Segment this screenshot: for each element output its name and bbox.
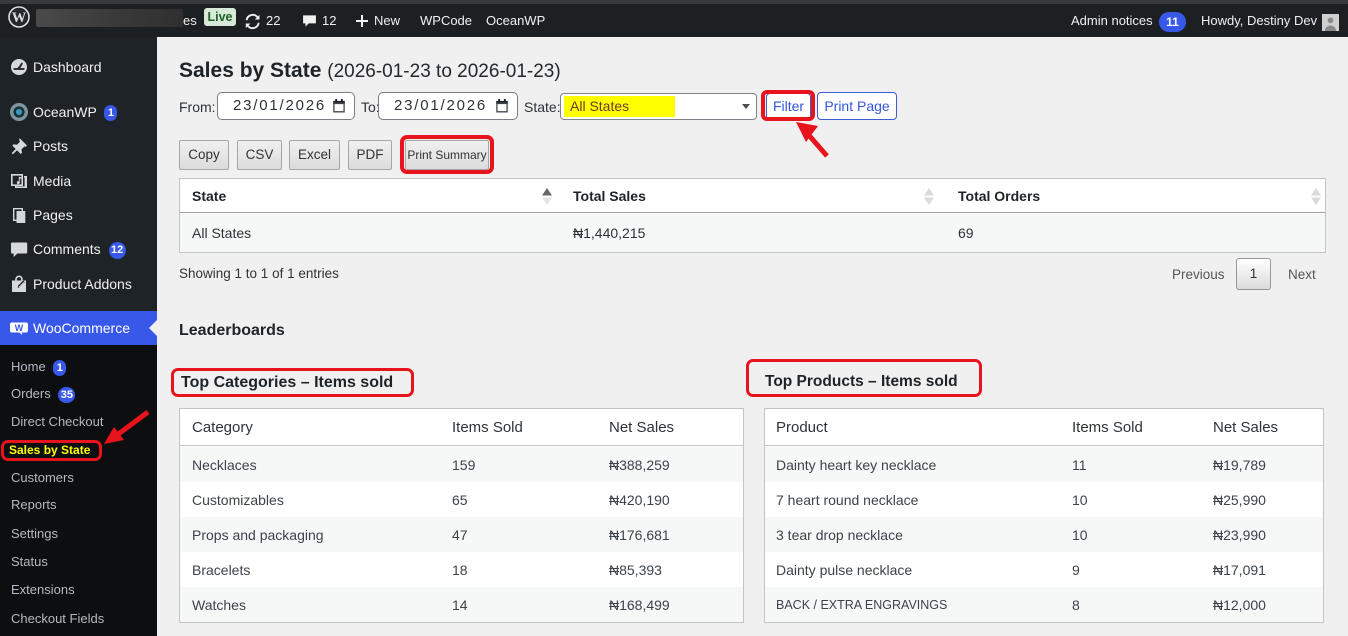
svg-text:W: W bbox=[15, 323, 24, 333]
svg-text:W: W bbox=[12, 10, 27, 26]
